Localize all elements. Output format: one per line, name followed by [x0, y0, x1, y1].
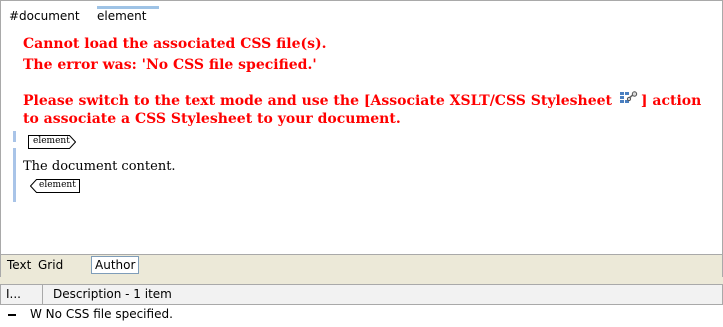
- error-instruction-line: Please switch to the text mode and use t…: [23, 91, 701, 109]
- start-tag-marker[interactable]: element: [28, 135, 76, 149]
- error-message-line: The error was: 'No CSS file specified.': [23, 57, 317, 73]
- breadcrumb-element[interactable]: element: [97, 9, 146, 23]
- column-header-description[interactable]: Description - 1 item: [53, 287, 172, 301]
- column-header-info[interactable]: I...: [6, 287, 21, 301]
- tab-author[interactable]: Author: [91, 256, 140, 274]
- author-editor-area[interactable]: Cannot load the associated CSS file(s). …: [0, 28, 723, 254]
- panel-splitter[interactable]: [0, 277, 723, 284]
- table-row[interactable]: W No CSS file specified.: [0, 305, 723, 325]
- error-message-line: Cannot load the associated CSS file(s).: [23, 36, 327, 52]
- editor-mode-tabs: Text Grid Author: [0, 254, 723, 278]
- breadcrumb-document[interactable]: #document: [9, 9, 80, 23]
- error-instruction-text-end: ] action: [640, 93, 702, 109]
- tab-grid[interactable]: Grid: [38, 258, 63, 272]
- end-tag-marker[interactable]: element: [30, 179, 80, 193]
- breadcrumb: #document element: [0, 0, 723, 29]
- collapse-icon: [8, 314, 16, 316]
- results-table-header: I... Description - 1 item: [0, 284, 723, 305]
- end-tag-label: element: [39, 180, 76, 190]
- tab-text[interactable]: Text: [7, 258, 31, 272]
- start-tag-label: element: [33, 136, 70, 146]
- error-instruction-line: to associate a CSS Stylesheet to your do…: [23, 111, 401, 127]
- column-divider[interactable]: [42, 285, 43, 304]
- element-structure-marker: [13, 148, 16, 202]
- document-content-text[interactable]: The document content.: [23, 159, 176, 174]
- result-description: W No CSS file specified.: [30, 307, 173, 321]
- associate-stylesheet-icon: [619, 91, 639, 106]
- author-editor-window: #document element Cannot load the associ…: [0, 0, 723, 327]
- error-instruction-text: Please switch to the text mode and use t…: [23, 93, 617, 109]
- element-structure-marker: [13, 131, 16, 142]
